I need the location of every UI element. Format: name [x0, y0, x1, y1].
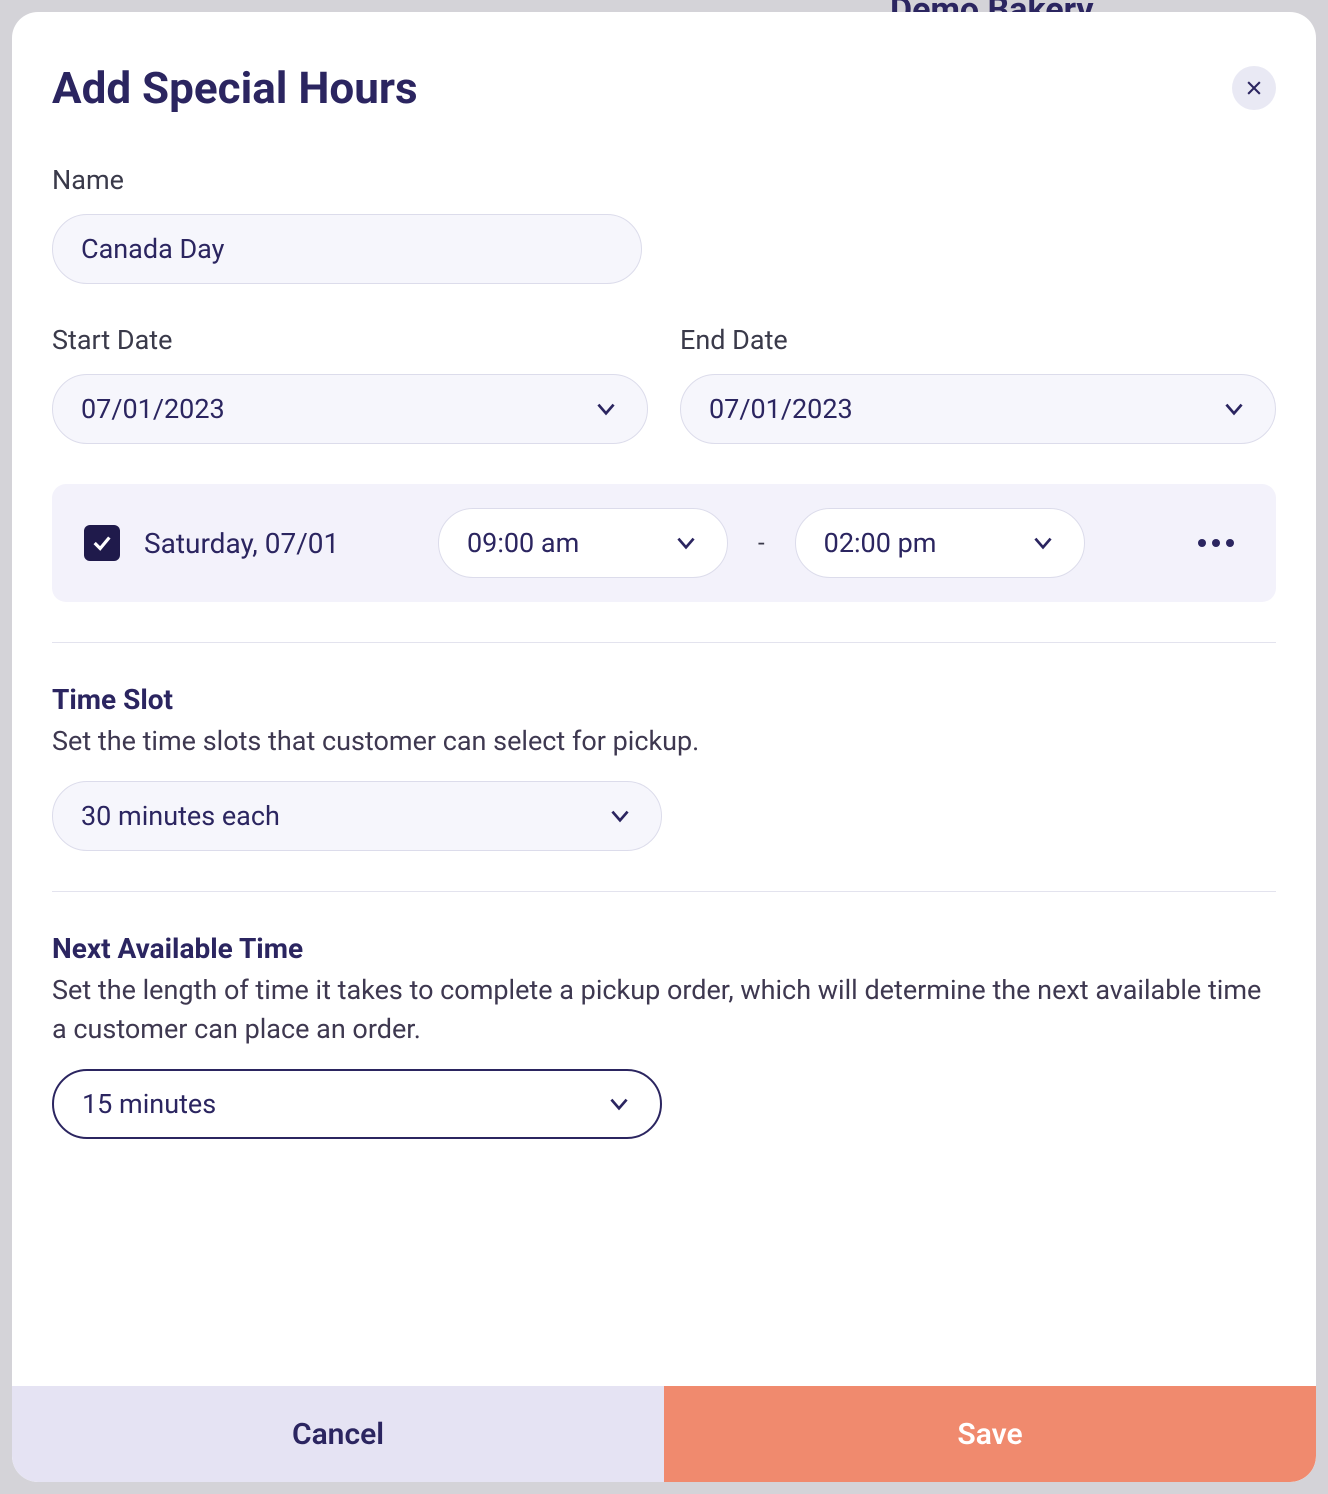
day-hours-row: Saturday, 07/01 09:00 am - 02:00 pm	[52, 484, 1276, 602]
divider	[52, 642, 1276, 643]
chevron-down-icon	[1030, 530, 1056, 556]
close-icon	[1244, 78, 1264, 98]
close-button[interactable]	[1232, 66, 1276, 110]
start-date-select[interactable]: 07/01/2023	[52, 374, 648, 444]
day-row-more-actions[interactable]	[1188, 529, 1244, 557]
modal-header: Add Special Hours	[52, 62, 1276, 114]
day-enabled-checkbox[interactable]	[84, 525, 120, 561]
time-slot-description: Set the time slots that customer can sel…	[52, 722, 1276, 761]
chevron-down-icon	[673, 530, 699, 556]
dots-icon	[1198, 539, 1206, 547]
divider	[52, 891, 1276, 892]
start-date-value: 07/01/2023	[81, 393, 225, 425]
end-date-label: End Date	[680, 324, 1276, 356]
end-date-value: 07/01/2023	[709, 393, 853, 425]
chevron-down-icon	[593, 396, 619, 422]
next-available-description: Set the length of time it takes to compl…	[52, 971, 1276, 1049]
chevron-down-icon	[606, 1091, 632, 1117]
name-input-wrapper[interactable]	[52, 214, 642, 284]
start-time-value: 09:00 am	[467, 527, 579, 559]
time-range-separator: -	[758, 529, 765, 557]
time-slot-heading: Time Slot	[52, 683, 1276, 716]
end-time-select[interactable]: 02:00 pm	[795, 508, 1085, 578]
next-available-heading: Next Available Time	[52, 932, 1276, 965]
time-slot-value: 30 minutes each	[81, 800, 280, 832]
start-date-label: Start Date	[52, 324, 648, 356]
add-special-hours-modal: Add Special Hours Name Start Date 07/01/…	[12, 12, 1316, 1482]
name-input[interactable]	[81, 233, 613, 265]
dots-icon	[1212, 539, 1220, 547]
next-available-value: 15 minutes	[82, 1088, 216, 1120]
modal-title: Add Special Hours	[52, 62, 418, 114]
time-slot-select[interactable]: 30 minutes each	[52, 781, 662, 851]
start-time-select[interactable]: 09:00 am	[438, 508, 728, 578]
chevron-down-icon	[607, 803, 633, 829]
save-button[interactable]: Save	[664, 1386, 1316, 1482]
next-available-select[interactable]: 15 minutes	[52, 1069, 662, 1139]
name-label: Name	[52, 164, 1276, 196]
dots-icon	[1226, 539, 1234, 547]
end-time-value: 02:00 pm	[824, 527, 937, 559]
end-date-select[interactable]: 07/01/2023	[680, 374, 1276, 444]
modal-body: Add Special Hours Name Start Date 07/01/…	[12, 12, 1316, 1386]
day-date-label: Saturday, 07/01	[144, 527, 414, 560]
cancel-button[interactable]: Cancel	[12, 1386, 664, 1482]
chevron-down-icon	[1221, 396, 1247, 422]
modal-footer: Cancel Save	[12, 1386, 1316, 1482]
check-icon	[91, 532, 113, 554]
